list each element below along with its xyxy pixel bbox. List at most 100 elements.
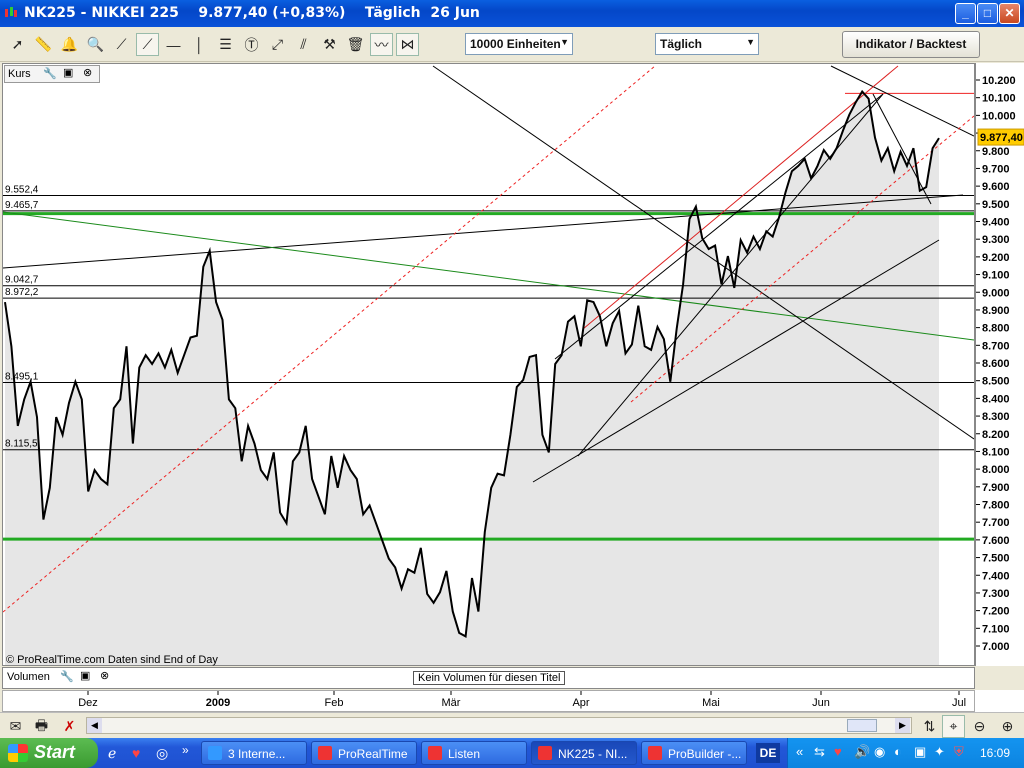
task-internet[interactable]: 3 Interne... <box>201 741 307 765</box>
indicator-backtest-button[interactable]: Indikator / Backtest <box>842 31 980 58</box>
scroll-thumb[interactable] <box>847 719 877 732</box>
taskbar: Start ℯ ♥ ◎ » 3 Interne... ProRealTime L… <box>0 738 1024 768</box>
language-indicator[interactable]: DE <box>756 743 780 763</box>
candlestick-icon <box>428 746 442 760</box>
task-label: NK225 - NI... <box>558 747 628 761</box>
network-icon[interactable]: ⇆ <box>814 744 825 760</box>
date-axis[interactable]: Dez 2009 Feb Mär Apr Mai Jun Jul <box>2 690 975 712</box>
y-tick-label: 9.100 <box>982 270 1010 282</box>
tray-expand-icon[interactable]: « <box>796 744 803 759</box>
y-tick-label: 9.200 <box>982 252 1010 264</box>
y-tick-label: 8.200 <box>982 429 1010 441</box>
y-tick-label: 7.100 <box>982 623 1010 635</box>
pattern-icon[interactable]: ⋈ <box>396 33 419 56</box>
volume-panel-label: Volumen <box>7 671 50 683</box>
indicator-icon[interactable]: 〰 <box>370 33 393 56</box>
trash-icon[interactable]: 🗑 <box>344 33 367 56</box>
y-tick-label: 9.300 <box>982 234 1010 246</box>
task-label: Listen <box>448 747 481 761</box>
date-axis-ticks: Dez 2009 Feb Mär Apr Mai Jun Jul <box>78 691 966 709</box>
ie-icon[interactable]: ℯ <box>108 745 116 762</box>
task-listen[interactable]: Listen <box>421 741 527 765</box>
maximize-button[interactable]: □ <box>977 3 998 24</box>
chevron-down-icon: ▼ <box>746 37 755 47</box>
toolbar: ➚ 📏 🔔 🔍 ⟋ ⟋ — │ ☰ Ⓣ ⤢ ⫽ ⚒ 🗑 〰 ⋈ 10000 Ei… <box>0 27 1024 62</box>
level-label: 9.465,7 <box>5 200 39 211</box>
fan-icon[interactable]: ⤢ <box>266 33 289 56</box>
bell-icon[interactable]: 🔔 <box>58 33 81 56</box>
current-price-label: 9.877,40 <box>980 132 1023 144</box>
fibonacci-icon[interactable]: ☰ <box>214 33 237 56</box>
delete-icon[interactable]: ✗ <box>58 715 81 738</box>
level-label: 8.495,1 <box>5 372 39 383</box>
candlestick-icon <box>318 746 332 760</box>
chart-watermark: © ProRealTime.com Daten sind End of Day <box>6 654 218 666</box>
app-heart-icon[interactable]: ♥ <box>834 744 842 759</box>
tray-app-icon[interactable]: ▣ <box>914 744 926 760</box>
zoom-fit-icon[interactable]: ⌖ <box>942 715 965 738</box>
zoom-in-icon[interactable]: ⊕ <box>996 715 1019 738</box>
units-dropdown[interactable]: 10000 Einheiten ▼ <box>465 33 573 55</box>
start-button[interactable]: Start <box>0 738 98 768</box>
no-volume-message: Kein Volumen für diesen Titel <box>413 671 566 685</box>
wrench-icon[interactable]: 🔧 <box>60 670 74 683</box>
vertical-line-icon[interactable]: │ <box>188 33 211 56</box>
shield-icon[interactable]: ⛨ <box>954 744 964 760</box>
scroll-right-icon[interactable]: ▶ <box>895 718 910 733</box>
print-icon[interactable]: 🖶 <box>30 715 53 738</box>
line-icon[interactable]: ⟋ <box>110 33 133 56</box>
period-dropdown[interactable]: Täglich ▼ <box>655 33 759 55</box>
y-tick-label: 8.100 <box>982 446 1010 458</box>
x-tick-label: 2009 <box>206 697 230 709</box>
price-chart-panel[interactable]: 9.552,4 9.465,7 9.042,7 8.972,2 8.495,1 8.115… <box>2 63 975 666</box>
task-label: ProRealTime <box>338 747 408 761</box>
task-prorealtime[interactable]: ProRealTime <box>311 741 417 765</box>
panel-close-icon[interactable]: ⊗ <box>83 66 92 79</box>
y-tick-label: 8.000 <box>982 464 1010 476</box>
window-icon[interactable]: ▣ <box>63 66 73 79</box>
wrench-icon[interactable]: 🔧 <box>43 67 57 80</box>
price-axis[interactable]: 10.20010.10010.0009.9009.8009.7009.6009.… <box>975 63 1024 666</box>
zoom-out-icon[interactable]: ⊖ <box>968 715 991 738</box>
zoom-icon[interactable]: 🔍 <box>84 33 107 56</box>
volume-panel[interactable]: Volumen 🔧 ▣ ⊗ Kein Volumen für diesen Ti… <box>2 667 975 689</box>
quicklaunch-expand-icon[interactable]: » <box>182 743 189 757</box>
task-label: ProBuilder -... <box>668 747 742 761</box>
channel-icon[interactable]: ⫽ <box>292 33 315 56</box>
close-button[interactable]: ✕ <box>999 3 1020 24</box>
tray-app-icon[interactable]: ◉ <box>874 744 885 760</box>
task-nk225[interactable]: NK225 - NI... <box>531 741 637 765</box>
y-tick-label: 10.100 <box>982 93 1016 105</box>
pointer-icon[interactable]: ➚ <box>6 33 29 56</box>
ruler-icon[interactable]: 📏 <box>32 33 55 56</box>
panel-close-icon[interactable]: ⊗ <box>100 669 109 682</box>
y-tick-label: 10.200 <box>982 75 1016 87</box>
quicklaunch-icon[interactable]: ◎ <box>156 745 168 762</box>
autoscale-icon[interactable]: ⇅ <box>918 715 941 738</box>
window-icon[interactable]: ▣ <box>80 669 90 682</box>
date-axis-corner <box>975 690 1024 712</box>
chart-scrollbar[interactable]: ◀ ▶ <box>86 717 912 734</box>
tray-app-icon[interactable]: ✦ <box>934 744 945 760</box>
x-tick-label: Mai <box>702 697 720 709</box>
title-bar: NK225 - NIKKEI 225 9.877,40 (+0,83%) Täg… <box>0 0 1024 27</box>
y-tick-label: 9.000 <box>982 287 1010 299</box>
x-tick-label: Dez <box>78 697 98 709</box>
horizontal-line-icon[interactable]: — <box>162 33 185 56</box>
y-tick-label: 7.300 <box>982 588 1010 600</box>
text-icon[interactable]: Ⓣ <box>240 33 263 56</box>
trendline-icon[interactable]: ⟋ <box>136 33 159 56</box>
speaker-icon[interactable]: 🔊 <box>854 744 870 760</box>
system-tray: « ⇆ ♥ 🔊 ◉ ◐ ▣ ✦ ⛨ 16:09 <box>787 738 1024 768</box>
task-probuilder[interactable]: ProBuilder -... <box>641 741 747 765</box>
price-chart[interactable]: 9.552,4 9.465,7 9.042,78.972,2 8.495,1 8.115… <box>2 64 975 666</box>
task-label: 3 Interne... <box>228 747 286 761</box>
tools-icon[interactable]: ⚒ <box>318 33 341 56</box>
minimize-button[interactable]: _ <box>955 3 976 24</box>
y-tick-label: 9.700 <box>982 163 1010 175</box>
mail-icon[interactable]: ✉ <box>4 715 27 738</box>
tray-app-icon[interactable]: ◐ <box>894 744 902 759</box>
y-tick-label: 8.900 <box>982 305 1010 317</box>
app-heart-icon[interactable]: ♥ <box>132 745 140 761</box>
scroll-left-icon[interactable]: ◀ <box>87 718 102 733</box>
